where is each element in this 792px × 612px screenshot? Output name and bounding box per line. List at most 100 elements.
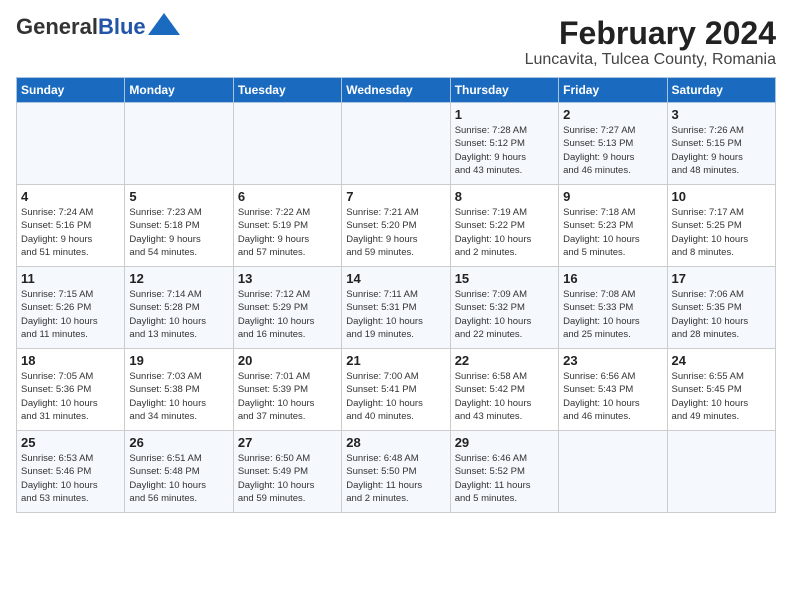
calendar-cell — [125, 103, 233, 185]
calendar-cell: 21 Sunrise: 7:00 AM Sunset: 5:41 PM Dayli… — [342, 349, 450, 431]
calendar-header-monday: Monday — [125, 78, 233, 103]
calendar-cell — [17, 103, 125, 185]
title-block: February 2024 Luncavita, Tulcea County, … — [525, 16, 776, 69]
calendar-cell: 6 Sunrise: 7:22 AM Sunset: 5:19 PM Daylig… — [233, 185, 341, 267]
day-number: 21 — [346, 353, 445, 368]
calendar-cell: 17 Sunrise: 7:06 AM Sunset: 5:35 PM Dayli… — [667, 267, 775, 349]
day-info: Sunrise: 7:27 AM Sunset: 5:13 PM Dayligh… — [563, 124, 662, 177]
calendar-cell: 23 Sunrise: 6:56 AM Sunset: 5:43 PM Dayli… — [559, 349, 667, 431]
day-info: Sunrise: 7:22 AM Sunset: 5:19 PM Dayligh… — [238, 206, 337, 259]
day-number: 22 — [455, 353, 554, 368]
day-info: Sunrise: 7:18 AM Sunset: 5:23 PM Dayligh… — [563, 206, 662, 259]
page-header: GeneralBlue February 2024 Luncavita, Tul… — [16, 16, 776, 69]
day-info: Sunrise: 7:21 AM Sunset: 5:20 PM Dayligh… — [346, 206, 445, 259]
day-info: Sunrise: 7:09 AM Sunset: 5:32 PM Dayligh… — [455, 288, 554, 341]
day-info: Sunrise: 7:26 AM Sunset: 5:15 PM Dayligh… — [672, 124, 771, 177]
calendar-cell: 22 Sunrise: 6:58 AM Sunset: 5:42 PM Dayli… — [450, 349, 558, 431]
calendar-cell: 2 Sunrise: 7:27 AM Sunset: 5:13 PM Daylig… — [559, 103, 667, 185]
day-info: Sunrise: 6:48 AM Sunset: 5:50 PM Dayligh… — [346, 452, 445, 505]
day-info: Sunrise: 7:01 AM Sunset: 5:39 PM Dayligh… — [238, 370, 337, 423]
day-number: 13 — [238, 271, 337, 286]
calendar-cell: 13 Sunrise: 7:12 AM Sunset: 5:29 PM Dayli… — [233, 267, 341, 349]
calendar-header-saturday: Saturday — [667, 78, 775, 103]
calendar-header-row: SundayMondayTuesdayWednesdayThursdayFrid… — [17, 78, 776, 103]
day-number: 17 — [672, 271, 771, 286]
day-number: 27 — [238, 435, 337, 450]
calendar-header-sunday: Sunday — [17, 78, 125, 103]
day-info: Sunrise: 7:14 AM Sunset: 5:28 PM Dayligh… — [129, 288, 228, 341]
day-info: Sunrise: 7:00 AM Sunset: 5:41 PM Dayligh… — [346, 370, 445, 423]
day-number: 11 — [21, 271, 120, 286]
calendar-cell: 8 Sunrise: 7:19 AM Sunset: 5:22 PM Daylig… — [450, 185, 558, 267]
calendar-cell: 11 Sunrise: 7:15 AM Sunset: 5:26 PM Dayli… — [17, 267, 125, 349]
day-number: 2 — [563, 107, 662, 122]
day-number: 8 — [455, 189, 554, 204]
day-info: Sunrise: 7:23 AM Sunset: 5:18 PM Dayligh… — [129, 206, 228, 259]
calendar-cell — [667, 431, 775, 513]
day-number: 15 — [455, 271, 554, 286]
day-info: Sunrise: 7:03 AM Sunset: 5:38 PM Dayligh… — [129, 370, 228, 423]
page-title: February 2024 — [525, 16, 776, 51]
calendar-header-wednesday: Wednesday — [342, 78, 450, 103]
calendar-cell: 5 Sunrise: 7:23 AM Sunset: 5:18 PM Daylig… — [125, 185, 233, 267]
day-number: 24 — [672, 353, 771, 368]
calendar-cell: 12 Sunrise: 7:14 AM Sunset: 5:28 PM Dayli… — [125, 267, 233, 349]
day-number: 10 — [672, 189, 771, 204]
day-number: 20 — [238, 353, 337, 368]
logo: GeneralBlue — [16, 16, 180, 38]
day-info: Sunrise: 7:15 AM Sunset: 5:26 PM Dayligh… — [21, 288, 120, 341]
calendar-cell: 19Sunrise: 7:03 AM Sunset: 5:38 PM Dayli… — [125, 349, 233, 431]
day-number: 18 — [21, 353, 120, 368]
calendar-cell: 28 Sunrise: 6:48 AM Sunset: 5:50 PM Dayli… — [342, 431, 450, 513]
day-number: 25 — [21, 435, 120, 450]
day-number: 16 — [563, 271, 662, 286]
calendar-cell: 20 Sunrise: 7:01 AM Sunset: 5:39 PM Dayli… — [233, 349, 341, 431]
calendar-header-tuesday: Tuesday — [233, 78, 341, 103]
day-number: 28 — [346, 435, 445, 450]
calendar-cell: 16 Sunrise: 7:08 AM Sunset: 5:33 PM Dayli… — [559, 267, 667, 349]
day-number: 12 — [129, 271, 228, 286]
day-info: Sunrise: 7:19 AM Sunset: 5:22 PM Dayligh… — [455, 206, 554, 259]
logo-icon — [148, 13, 180, 35]
day-number: 29 — [455, 435, 554, 450]
calendar-cell: 24 Sunrise: 6:55 AM Sunset: 5:45 PM Dayli… — [667, 349, 775, 431]
calendar-table: SundayMondayTuesdayWednesdayThursdayFrid… — [16, 77, 776, 513]
day-number: 4 — [21, 189, 120, 204]
calendar-header-thursday: Thursday — [450, 78, 558, 103]
calendar-cell: 29 Sunrise: 6:46 AM Sunset: 5:52 PM Dayli… — [450, 431, 558, 513]
day-info: Sunrise: 7:24 AM Sunset: 5:16 PM Dayligh… — [21, 206, 120, 259]
calendar-week-row: 25Sunrise: 6:53 AM Sunset: 5:46 PM Dayli… — [17, 431, 776, 513]
calendar-cell: 25Sunrise: 6:53 AM Sunset: 5:46 PM Dayli… — [17, 431, 125, 513]
day-number: 26 — [129, 435, 228, 450]
calendar-cell: 10Sunrise: 7:17 AM Sunset: 5:25 PM Dayli… — [667, 185, 775, 267]
calendar-cell: 26 Sunrise: 6:51 AM Sunset: 5:48 PM Dayli… — [125, 431, 233, 513]
day-info: Sunrise: 6:56 AM Sunset: 5:43 PM Dayligh… — [563, 370, 662, 423]
day-info: Sunrise: 7:06 AM Sunset: 5:35 PM Dayligh… — [672, 288, 771, 341]
calendar-week-row: 18 Sunrise: 7:05 AM Sunset: 5:36 PM Dayli… — [17, 349, 776, 431]
day-info: Sunrise: 7:11 AM Sunset: 5:31 PM Dayligh… — [346, 288, 445, 341]
day-info: Sunrise: 6:55 AM Sunset: 5:45 PM Dayligh… — [672, 370, 771, 423]
day-number: 5 — [129, 189, 228, 204]
day-number: 1 — [455, 107, 554, 122]
day-info: Sunrise: 7:08 AM Sunset: 5:33 PM Dayligh… — [563, 288, 662, 341]
calendar-header-friday: Friday — [559, 78, 667, 103]
logo-text: GeneralBlue — [16, 16, 146, 38]
calendar-cell: 14 Sunrise: 7:11 AM Sunset: 5:31 PM Dayli… — [342, 267, 450, 349]
calendar-cell: 4 Sunrise: 7:24 AM Sunset: 5:16 PM Daylig… — [17, 185, 125, 267]
calendar-week-row: 4 Sunrise: 7:24 AM Sunset: 5:16 PM Daylig… — [17, 185, 776, 267]
calendar-cell: 27Sunrise: 6:50 AM Sunset: 5:49 PM Dayli… — [233, 431, 341, 513]
calendar-cell — [233, 103, 341, 185]
day-info: Sunrise: 7:05 AM Sunset: 5:36 PM Dayligh… — [21, 370, 120, 423]
day-info: Sunrise: 6:58 AM Sunset: 5:42 PM Dayligh… — [455, 370, 554, 423]
day-number: 23 — [563, 353, 662, 368]
day-info: Sunrise: 7:28 AM Sunset: 5:12 PM Dayligh… — [455, 124, 554, 177]
calendar-cell: 18 Sunrise: 7:05 AM Sunset: 5:36 PM Dayli… — [17, 349, 125, 431]
day-number: 6 — [238, 189, 337, 204]
day-number: 14 — [346, 271, 445, 286]
day-number: 7 — [346, 189, 445, 204]
calendar-week-row: 1 Sunrise: 7:28 AM Sunset: 5:12 PM Daylig… — [17, 103, 776, 185]
calendar-cell: 7 Sunrise: 7:21 AM Sunset: 5:20 PM Daylig… — [342, 185, 450, 267]
day-info: Sunrise: 7:12 AM Sunset: 5:29 PM Dayligh… — [238, 288, 337, 341]
day-info: Sunrise: 6:51 AM Sunset: 5:48 PM Dayligh… — [129, 452, 228, 505]
day-info: Sunrise: 6:46 AM Sunset: 5:52 PM Dayligh… — [455, 452, 554, 505]
